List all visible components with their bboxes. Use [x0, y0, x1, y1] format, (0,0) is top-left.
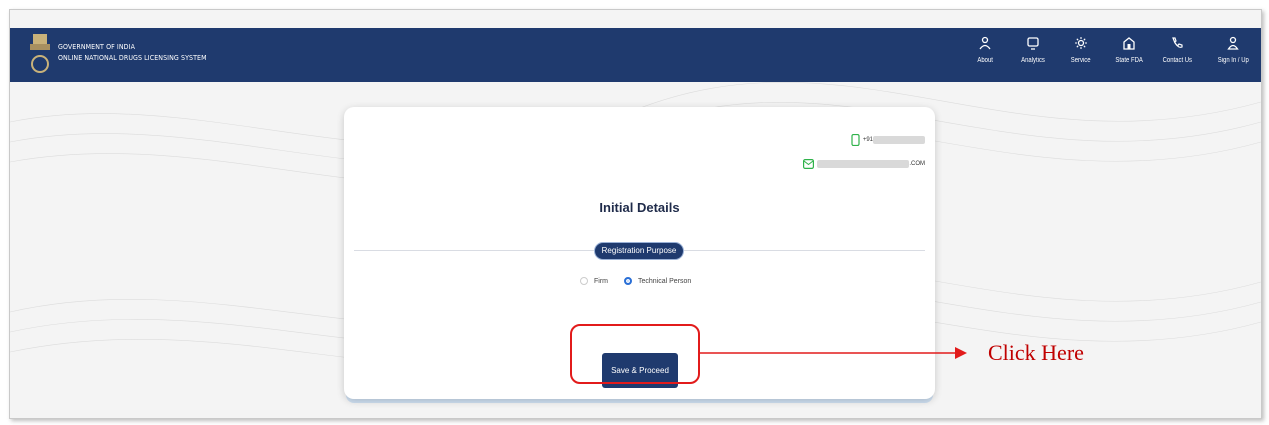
callout-arrow-head: [955, 347, 967, 359]
callout-text: Click Here: [988, 340, 1084, 365]
